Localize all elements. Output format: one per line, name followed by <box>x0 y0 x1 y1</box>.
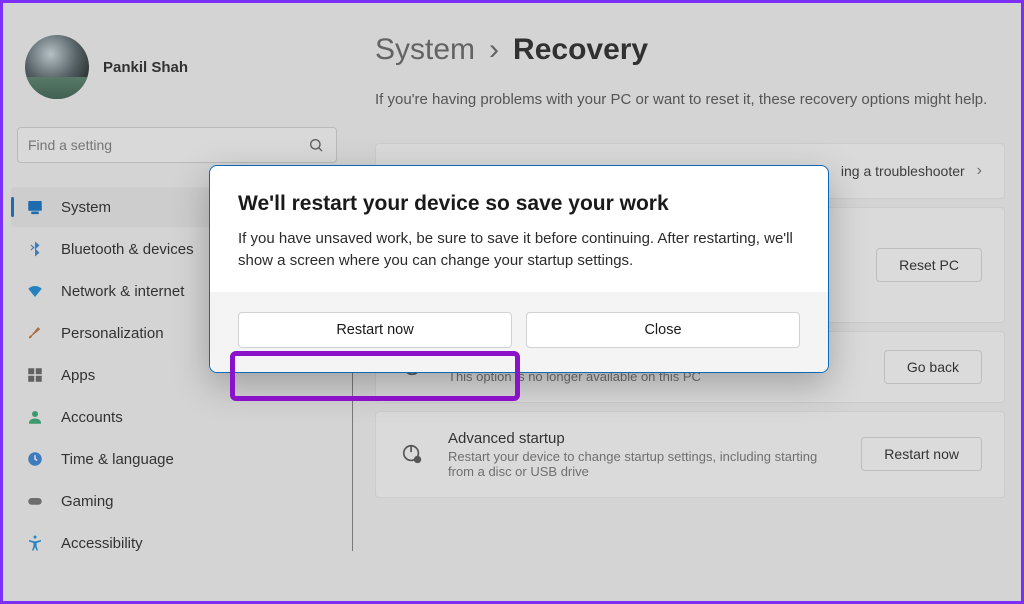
restart-confirm-dialog: We'll restart your device so save your w… <box>209 165 829 373</box>
dialog-restart-now-button[interactable]: Restart now <box>238 312 512 348</box>
dialog-text: If you have unsaved work, be sure to sav… <box>238 228 800 272</box>
dialog-close-button[interactable]: Close <box>526 312 800 348</box>
dialog-title: We'll restart your device so save your w… <box>238 192 800 216</box>
